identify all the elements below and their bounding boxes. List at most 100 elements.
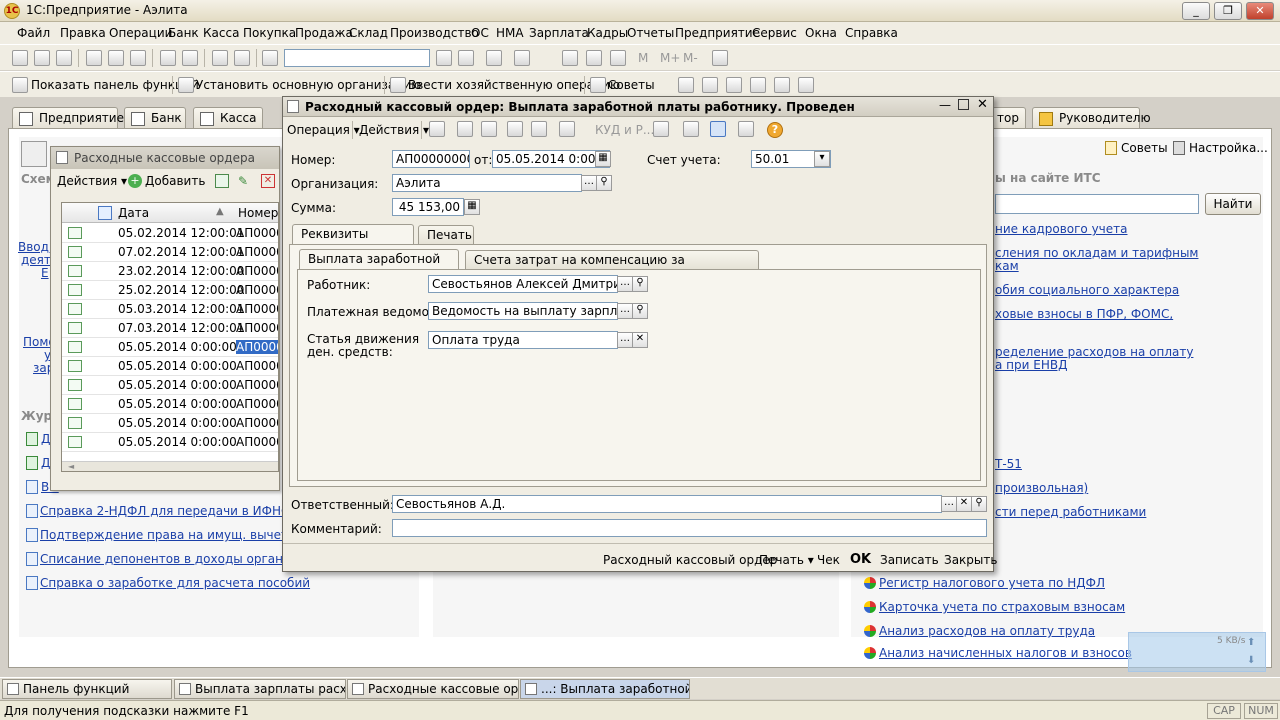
dialog-close-text-button[interactable]: Закрыть [944,553,997,567]
account-dropdown-icon[interactable]: ▾ [814,151,830,167]
its-link-2b[interactable]: кам [995,259,1019,273]
cashflow-select-button[interactable]: … [617,332,633,348]
table-row[interactable]: 05.05.2014 0:00:00АП00000 [62,357,278,376]
print-preview-icon[interactable] [182,50,198,66]
copy-icon[interactable] [108,50,124,66]
link-ndfl-register[interactable]: Регистр налогового учета по НДФЛ [879,576,1105,590]
info-icon[interactable] [514,50,530,66]
calendar-icon[interactable]: ▦ [595,151,611,167]
menu-windows[interactable]: Окна [805,26,837,40]
menu-service[interactable]: Сервис [752,26,797,40]
menu-operations[interactable]: Операции [109,26,172,40]
new-icon[interactable] [12,50,28,66]
employee-select-button[interactable]: … [617,276,633,292]
link-insurance-card[interactable]: Карточка учета по страховым взносам [879,600,1125,614]
table-row[interactable]: 05.05.2014 0:00:00АП00000 [62,376,278,395]
org-select-button[interactable]: … [581,175,597,191]
memory-m-button[interactable]: M [638,51,648,65]
sum-field[interactable]: 45 153,00 [392,198,464,216]
its-link-3[interactable]: обия социального характера [995,283,1179,297]
redo-icon[interactable] [234,50,250,66]
link-earnings-certificate[interactable]: Справка о заработке для расчета пособий [40,576,310,590]
delete-icon[interactable]: ✕ [261,174,275,188]
help-icon[interactable]: ? [767,122,783,138]
column-date[interactable]: Дата [118,206,149,220]
enter-operation-button[interactable]: Ввести хозяйственную операцию [408,78,620,92]
cashflow-clear-icon[interactable]: ✕ [632,332,648,348]
save-icon[interactable] [56,50,72,66]
menu-fixed-assets[interactable]: ОС [471,26,489,40]
find-next-icon[interactable] [436,50,452,66]
journal-cut-2[interactable]: Д [41,456,50,470]
subtab-cost-accounts[interactable]: Счета затрат на компенсацию за задержку … [465,250,759,281]
set-org-button[interactable]: Установить основную организацию [196,78,421,92]
menu-salary[interactable]: Зарплата [529,26,589,40]
organization-field[interactable]: Аэлита [392,174,582,192]
column-number[interactable]: Номер [238,206,278,220]
report-icon-4[interactable] [750,77,766,93]
tab-bank[interactable]: Банк [124,107,186,129]
task-cash-order-active[interactable]: ...: Выплата заработной пл... [520,679,690,699]
menu-purchase[interactable]: Покупка [243,26,296,40]
tab-partial[interactable]: тор [992,107,1026,129]
task-functions-panel[interactable]: Панель функций [2,679,172,699]
maximize-button[interactable]: ❐ [1214,2,1242,20]
dialog-close-button[interactable]: ✕ [977,97,988,112]
table-row[interactable]: 05.05.2014 0:00:00АП00000 [62,414,278,433]
statement-open-icon[interactable]: ⚲ [632,303,648,319]
task-salary-payment[interactable]: Выплата зарплаты расходн... [174,679,346,699]
menu-edit[interactable]: Правка [60,26,106,40]
minimize-button[interactable]: _ [1182,2,1210,20]
report-icon-2[interactable] [702,77,718,93]
its-link-4[interactable]: ховые взносы в ПФР, ФОМС, [995,307,1173,321]
menu-reports[interactable]: Отчеты [627,26,674,40]
responsible-field[interactable]: Севостьянов А.Д. [392,495,942,513]
report-icon-3[interactable] [726,77,742,93]
tab-enterprise[interactable]: Предприятие [12,107,124,129]
tips-button[interactable]: Советы [608,78,655,92]
windows-icon[interactable] [486,50,502,66]
edit-icon[interactable]: ✎ [238,174,252,188]
menu-sales[interactable]: Продажа [295,26,353,40]
table-row[interactable]: 05.05.2014 0:00:00АП00000 [62,338,278,357]
report-icon-6[interactable] [798,77,814,93]
unload-icon[interactable] [531,121,547,137]
receipt-button[interactable]: Чек [817,553,840,567]
print-icon[interactable] [160,50,176,66]
tab-requisites[interactable]: Реквизиты платежа [292,224,414,255]
movements-icon[interactable] [653,121,669,137]
employee-field[interactable]: Севостьянов Алексей Дмитриевич [428,275,618,293]
save-button[interactable]: Записать [880,553,939,567]
find-button[interactable]: Найти [1205,193,1261,215]
statement-select-button[interactable]: … [617,303,633,319]
number-field[interactable]: АП000000008 [392,150,470,168]
task-cash-orders[interactable]: Расходные кассовые ордера [347,679,519,699]
print-menu-button[interactable]: Печать ▾ [759,553,814,567]
cashflow-field[interactable]: Оплата труда [428,331,618,349]
structure-icon[interactable] [710,121,726,137]
menu-cash[interactable]: Касса [203,26,239,40]
grid-scrollbar[interactable]: ◄ [62,461,278,471]
undo-icon[interactable] [212,50,228,66]
journal-icon[interactable] [683,121,699,137]
table-row[interactable]: 23.02.2014 12:00:00АП00000 [62,262,278,281]
menu-intangibles[interactable]: НМА [496,26,524,40]
menu-bank[interactable]: Банк [168,26,199,40]
ok-button[interactable]: OK [850,552,871,567]
list-view-icon[interactable] [738,121,754,137]
kud-button[interactable]: КУД и Р... [595,123,654,137]
menu-enterprise[interactable]: Предприятие [675,26,760,40]
employee-open-icon[interactable]: ⚲ [632,276,648,292]
report-icon-5[interactable] [774,77,790,93]
dialog-minimize-button[interactable]: — [939,98,951,112]
its-link-1[interactable]: ние кадрового учета [995,222,1128,236]
cut-icon[interactable] [86,50,102,66]
link-taxes-analysis[interactable]: Анализ начисленных налогов и взносов [879,646,1132,660]
menu-warehouse[interactable]: Склад [349,26,388,40]
responsible-select-button[interactable]: … [941,496,957,512]
operation-menu[interactable]: Операция ▾ [287,123,360,137]
tools-icon[interactable] [712,50,728,66]
statement-field[interactable]: Ведомость на выплату зарплаты АП [428,302,618,320]
panel-settings-link[interactable]: Настройка... [1189,141,1268,155]
its-link-5b[interactable]: а при ЕНВД [995,358,1067,372]
